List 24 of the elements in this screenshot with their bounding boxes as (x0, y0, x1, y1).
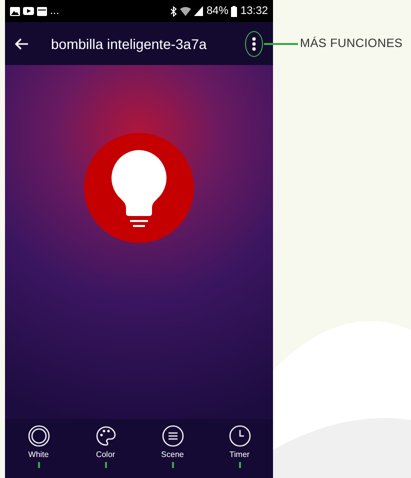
more-icon (252, 36, 256, 50)
clock-icon (228, 425, 250, 447)
callout-label: MÁS FUNCIONES (300, 36, 403, 50)
tab-label[interactable]: Scene (161, 450, 184, 459)
tab-label[interactable]: White (28, 450, 49, 459)
tab-label[interactable]: Color (96, 450, 116, 459)
lightbulb-icon (109, 148, 169, 228)
wifi-icon (180, 6, 192, 16)
video-icon (23, 7, 34, 15)
ring-icon (28, 425, 50, 447)
more-options-button[interactable] (245, 30, 263, 56)
tab-label[interactable]: Timer (229, 450, 250, 459)
image-icon (10, 6, 20, 16)
palette-icon (94, 425, 116, 447)
back-arrow-icon[interactable] (15, 38, 29, 50)
list-icon (162, 425, 184, 447)
device-title: bombilla inteligente-3a7a (51, 36, 208, 52)
clock-time: 13:32 (240, 5, 268, 17)
overflow-text: ... (50, 5, 60, 17)
leader-line (264, 43, 298, 44)
bluetooth-icon (170, 6, 178, 16)
signal-icon (194, 6, 204, 16)
battery-percent: 84% (206, 5, 228, 17)
battery-icon (231, 6, 238, 16)
